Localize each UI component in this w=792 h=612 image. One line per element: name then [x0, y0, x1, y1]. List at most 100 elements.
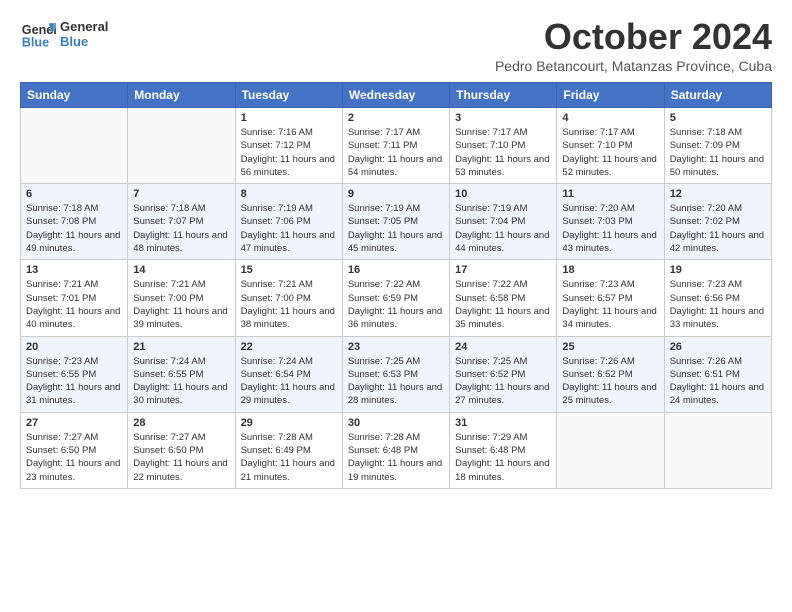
day-number: 6: [26, 188, 122, 200]
calendar-cell: 13 Sunrise: 7:21 AM Sunset: 7:01 PM Dayli…: [21, 260, 128, 336]
day-info: Sunrise: 7:23 AM Sunset: 6:57 PM Dayligh…: [562, 278, 658, 331]
day-number: 8: [241, 188, 337, 200]
day-info: Sunrise: 7:18 AM Sunset: 7:09 PM Dayligh…: [670, 126, 766, 179]
column-header-saturday: Saturday: [664, 83, 771, 108]
day-info: Sunrise: 7:26 AM Sunset: 6:51 PM Dayligh…: [670, 355, 766, 408]
day-number: 1: [241, 112, 337, 124]
calendar-cell: 10 Sunrise: 7:19 AM Sunset: 7:04 PM Dayli…: [450, 184, 557, 260]
day-info: Sunrise: 7:26 AM Sunset: 6:52 PM Dayligh…: [562, 355, 658, 408]
day-number: 12: [670, 188, 766, 200]
day-number: 10: [455, 188, 551, 200]
day-number: 14: [133, 264, 229, 276]
calendar-cell: [664, 412, 771, 488]
day-info: Sunrise: 7:27 AM Sunset: 6:50 PM Dayligh…: [133, 431, 229, 484]
day-number: 21: [133, 341, 229, 353]
calendar-cell: 6 Sunrise: 7:18 AM Sunset: 7:08 PM Daylig…: [21, 184, 128, 260]
calendar-cell: 1 Sunrise: 7:16 AM Sunset: 7:12 PM Daylig…: [235, 108, 342, 184]
calendar-week-4: 20Sunrise: 7:23 AM Sunset: 6:55 PM Dayli…: [21, 336, 772, 412]
day-info: Sunrise: 7:20 AM Sunset: 7:02 PM Dayligh…: [670, 202, 766, 255]
calendar-cell: 14 Sunrise: 7:21 AM Sunset: 7:00 PM Dayli…: [128, 260, 235, 336]
logo-icon: General Blue: [20, 16, 56, 52]
day-info: Sunrise: 7:19 AM Sunset: 7:06 PM Dayligh…: [241, 202, 337, 255]
calendar-cell: 12 Sunrise: 7:20 AM Sunset: 7:02 PM Dayli…: [664, 184, 771, 260]
day-info: Sunrise: 7:21 AM Sunset: 7:01 PM Dayligh…: [26, 278, 122, 331]
day-info: Sunrise: 7:24 AM Sunset: 6:54 PM Dayligh…: [241, 355, 337, 408]
column-header-friday: Friday: [557, 83, 664, 108]
day-info: Sunrise: 7:19 AM Sunset: 7:04 PM Dayligh…: [455, 202, 551, 255]
calendar-cell: 9Sunrise: 7:19 AM Sunset: 7:05 PM Daylig…: [342, 184, 449, 260]
calendar-cell: 2 Sunrise: 7:17 AM Sunset: 7:11 PM Daylig…: [342, 108, 449, 184]
day-number: 13: [26, 264, 122, 276]
calendar-cell: 26 Sunrise: 7:26 AM Sunset: 6:51 PM Dayli…: [664, 336, 771, 412]
calendar-cell: 8 Sunrise: 7:19 AM Sunset: 7:06 PM Daylig…: [235, 184, 342, 260]
day-number: 5: [670, 112, 766, 124]
day-number: 23: [348, 341, 444, 353]
day-number: 26: [670, 341, 766, 353]
logo-blue: Blue: [60, 34, 108, 49]
day-number: 17: [455, 264, 551, 276]
day-number: 18: [562, 264, 658, 276]
calendar-cell: 17Sunrise: 7:22 AM Sunset: 6:58 PM Dayli…: [450, 260, 557, 336]
day-info: Sunrise: 7:18 AM Sunset: 7:07 PM Dayligh…: [133, 202, 229, 255]
calendar-cell: 23 Sunrise: 7:25 AM Sunset: 6:53 PM Dayli…: [342, 336, 449, 412]
calendar-cell: 11 Sunrise: 7:20 AM Sunset: 7:03 PM Dayli…: [557, 184, 664, 260]
day-info: Sunrise: 7:27 AM Sunset: 6:50 PM Dayligh…: [26, 431, 122, 484]
day-number: 28: [133, 417, 229, 429]
day-number: 15: [241, 264, 337, 276]
column-header-thursday: Thursday: [450, 83, 557, 108]
calendar-cell: 15 Sunrise: 7:21 AM Sunset: 7:00 PM Dayli…: [235, 260, 342, 336]
logo: General Blue General Blue: [20, 16, 108, 52]
day-number: 24: [455, 341, 551, 353]
column-header-wednesday: Wednesday: [342, 83, 449, 108]
calendar-week-3: 13 Sunrise: 7:21 AM Sunset: 7:01 PM Dayli…: [21, 260, 772, 336]
day-number: 4: [562, 112, 658, 124]
day-number: 25: [562, 341, 658, 353]
calendar-week-1: 1 Sunrise: 7:16 AM Sunset: 7:12 PM Daylig…: [21, 108, 772, 184]
location-title: Pedro Betancourt, Matanzas Province, Cub…: [495, 58, 772, 74]
calendar-cell: 31Sunrise: 7:29 AM Sunset: 6:48 PM Dayli…: [450, 412, 557, 488]
day-info: Sunrise: 7:25 AM Sunset: 6:53 PM Dayligh…: [348, 355, 444, 408]
calendar-cell: 3Sunrise: 7:17 AM Sunset: 7:10 PM Daylig…: [450, 108, 557, 184]
calendar-cell: 27 Sunrise: 7:27 AM Sunset: 6:50 PM Dayli…: [21, 412, 128, 488]
day-number: 22: [241, 341, 337, 353]
day-info: Sunrise: 7:29 AM Sunset: 6:48 PM Dayligh…: [455, 431, 551, 484]
day-info: Sunrise: 7:28 AM Sunset: 6:49 PM Dayligh…: [241, 431, 337, 484]
day-info: Sunrise: 7:21 AM Sunset: 7:00 PM Dayligh…: [241, 278, 337, 331]
calendar-cell: 22 Sunrise: 7:24 AM Sunset: 6:54 PM Dayli…: [235, 336, 342, 412]
day-info: Sunrise: 7:17 AM Sunset: 7:11 PM Dayligh…: [348, 126, 444, 179]
calendar-cell: [128, 108, 235, 184]
day-number: 11: [562, 188, 658, 200]
day-info: Sunrise: 7:16 AM Sunset: 7:12 PM Dayligh…: [241, 126, 337, 179]
calendar-cell: 28 Sunrise: 7:27 AM Sunset: 6:50 PM Dayli…: [128, 412, 235, 488]
logo-general: General: [60, 19, 108, 34]
day-number: 3: [455, 112, 551, 124]
day-info: Sunrise: 7:20 AM Sunset: 7:03 PM Dayligh…: [562, 202, 658, 255]
day-number: 19: [670, 264, 766, 276]
column-header-sunday: Sunday: [21, 83, 128, 108]
calendar-cell: [21, 108, 128, 184]
day-info: Sunrise: 7:24 AM Sunset: 6:55 PM Dayligh…: [133, 355, 229, 408]
calendar-cell: [557, 412, 664, 488]
calendar-cell: 29Sunrise: 7:28 AM Sunset: 6:49 PM Dayli…: [235, 412, 342, 488]
day-number: 7: [133, 188, 229, 200]
day-info: Sunrise: 7:22 AM Sunset: 6:59 PM Dayligh…: [348, 278, 444, 331]
title-block: October 2024 Pedro Betancourt, Matanzas …: [495, 16, 772, 74]
calendar-cell: 16Sunrise: 7:22 AM Sunset: 6:59 PM Dayli…: [342, 260, 449, 336]
day-number: 2: [348, 112, 444, 124]
day-info: Sunrise: 7:18 AM Sunset: 7:08 PM Dayligh…: [26, 202, 122, 255]
calendar-cell: 20Sunrise: 7:23 AM Sunset: 6:55 PM Dayli…: [21, 336, 128, 412]
day-info: Sunrise: 7:25 AM Sunset: 6:52 PM Dayligh…: [455, 355, 551, 408]
calendar-week-5: 27 Sunrise: 7:27 AM Sunset: 6:50 PM Dayli…: [21, 412, 772, 488]
day-number: 30: [348, 417, 444, 429]
svg-text:Blue: Blue: [22, 36, 49, 50]
day-info: Sunrise: 7:21 AM Sunset: 7:00 PM Dayligh…: [133, 278, 229, 331]
day-number: 27: [26, 417, 122, 429]
day-number: 9: [348, 188, 444, 200]
page-header: General Blue General Blue October 2024 P…: [20, 16, 772, 74]
column-header-tuesday: Tuesday: [235, 83, 342, 108]
calendar-cell: 24 Sunrise: 7:25 AM Sunset: 6:52 PM Dayli…: [450, 336, 557, 412]
day-info: Sunrise: 7:28 AM Sunset: 6:48 PM Dayligh…: [348, 431, 444, 484]
calendar-table: SundayMondayTuesdayWednesdayThursdayFrid…: [20, 82, 772, 489]
calendar-cell: 5 Sunrise: 7:18 AM Sunset: 7:09 PM Daylig…: [664, 108, 771, 184]
calendar-week-2: 6 Sunrise: 7:18 AM Sunset: 7:08 PM Daylig…: [21, 184, 772, 260]
